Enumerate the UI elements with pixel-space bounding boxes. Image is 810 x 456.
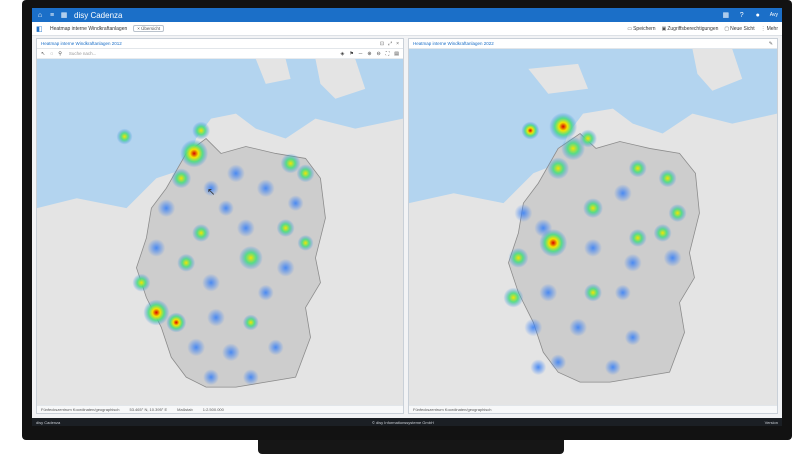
edit-icon[interactable]: ✎ xyxy=(769,41,773,47)
more-label: Mehr xyxy=(766,25,778,32)
layers-icon[interactable]: ◈ xyxy=(340,51,344,57)
help-icon[interactable]: ? xyxy=(738,11,746,19)
mouse-cursor-icon: ↖ xyxy=(207,187,216,198)
measure-icon[interactable]: ─ xyxy=(359,51,363,57)
workspace-toolbar: ◧ Heatmap interne Windkraftanlagen × Übe… xyxy=(32,22,782,36)
footer-left: disy Cadenza xyxy=(36,419,61,425)
lock-icon: ▣ xyxy=(661,25,667,32)
app-screen: ⌂ ≡ ▦ disy Cadenza ▦ ? ● Avy ◧ Heatmap i… xyxy=(32,8,782,426)
monitor-frame: ⌂ ≡ ▦ disy Cadenza ▦ ? ● Avy ◧ Heatmap i… xyxy=(22,0,792,440)
panel-title: Heatmap interne Windkraftanlagen 2012 xyxy=(41,41,122,46)
status-crs: Fünfeckszentrum Koordinaten/geographisch xyxy=(41,407,120,412)
title-bar: ⌂ ≡ ▦ disy Cadenza ▦ ? ● Avy xyxy=(32,8,782,22)
add-view-icon: ▢ xyxy=(724,25,730,32)
expand-icon[interactable]: ⤢ xyxy=(388,41,392,47)
workbook-icon: ◧ xyxy=(36,25,43,33)
print-icon[interactable]: ▤ xyxy=(394,51,399,57)
panel-header: Heatmap interne Windkraftanlagen 2022 ✎ xyxy=(409,39,777,49)
permissions-button[interactable]: ▣ Zugriffsberechtigungen xyxy=(662,26,719,32)
status-crs: Fünfeckszentrum Koordinaten/geographisch xyxy=(413,407,492,412)
pointer-icon[interactable]: ↖ xyxy=(41,51,45,57)
map-canvas xyxy=(37,59,403,405)
status-scale-label: Maßstab xyxy=(177,407,193,412)
footer-center: © disy Informationssysteme GmbH xyxy=(372,419,434,425)
view-chip[interactable]: × Übersicht xyxy=(133,25,165,32)
more-button[interactable]: ⋮ Mehr xyxy=(761,26,778,32)
marker-icon[interactable]: ⚑ xyxy=(349,51,353,57)
zoom-out-icon[interactable]: ⊖ xyxy=(377,51,381,57)
status-scale-value[interactable]: 1:2.500.000 xyxy=(203,407,224,412)
heatmap-map-2012[interactable]: ↖ xyxy=(37,59,403,405)
user-name[interactable]: Avy xyxy=(770,12,778,18)
app-brand: disy Cadenza xyxy=(74,10,123,20)
zoom-in-icon[interactable]: ⊕ xyxy=(367,51,371,57)
map-toolbar: ↖ ◌ ⚲ Suche nach... ◈ ⚑ ─ ⊕ ⊖ ⛶ ▤ xyxy=(37,49,403,59)
more-icon: ⋮ xyxy=(760,25,766,32)
map-panel-left: Heatmap interne Windkraftanlagen 2012 ⊡ … xyxy=(36,38,404,414)
close-icon[interactable]: × xyxy=(396,41,399,47)
new-view-label: Neue Sicht xyxy=(730,25,755,32)
save-button[interactable]: ▭ Speichern xyxy=(627,26,655,32)
heatmap-map-2022[interactable] xyxy=(409,49,777,405)
map-canvas xyxy=(409,49,777,405)
monitor-stand xyxy=(258,440,564,454)
grid-icon[interactable]: ▦ xyxy=(60,11,68,19)
status-coords: 53.465° N, 10.395° E xyxy=(129,407,168,412)
fullscreen-icon[interactable]: ⛶ xyxy=(386,51,390,57)
save-label: Speichern xyxy=(633,25,656,32)
menu-icon[interactable]: ≡ xyxy=(48,11,56,19)
panel-status-bar: Fünfeckszentrum Koordinaten/geographisch xyxy=(409,405,777,413)
search-icon[interactable]: ⚲ xyxy=(58,51,62,57)
footer-bar: disy Cadenza © disy Informationssysteme … xyxy=(32,418,782,426)
pin-icon[interactable]: ⊡ xyxy=(380,41,384,47)
apps-icon[interactable]: ▦ xyxy=(722,11,730,19)
home-icon[interactable]: ⌂ xyxy=(36,11,44,19)
permissions-label: Zugriffsberechtigungen xyxy=(667,25,719,32)
footer-right: Version xyxy=(764,419,778,425)
save-icon: ▭ xyxy=(627,25,633,32)
breadcrumb[interactable]: Heatmap interne Windkraftanlagen xyxy=(50,26,127,32)
panel-header: Heatmap interne Windkraftanlagen 2012 ⊡ … xyxy=(37,39,403,49)
map-search-input[interactable]: Suche nach... xyxy=(69,51,97,56)
new-view-button[interactable]: ▢ Neue Sicht xyxy=(724,26,754,32)
panel-status-bar: Fünfeckszentrum Koordinaten/geographisch… xyxy=(37,405,403,413)
map-panel-right: Heatmap interne Windkraftanlagen 2022 ✎ xyxy=(408,38,778,414)
select-icon[interactable]: ◌ xyxy=(50,51,53,57)
panel-title: Heatmap interne Windkraftanlagen 2022 xyxy=(413,41,494,46)
user-icon[interactable]: ● xyxy=(754,11,762,19)
